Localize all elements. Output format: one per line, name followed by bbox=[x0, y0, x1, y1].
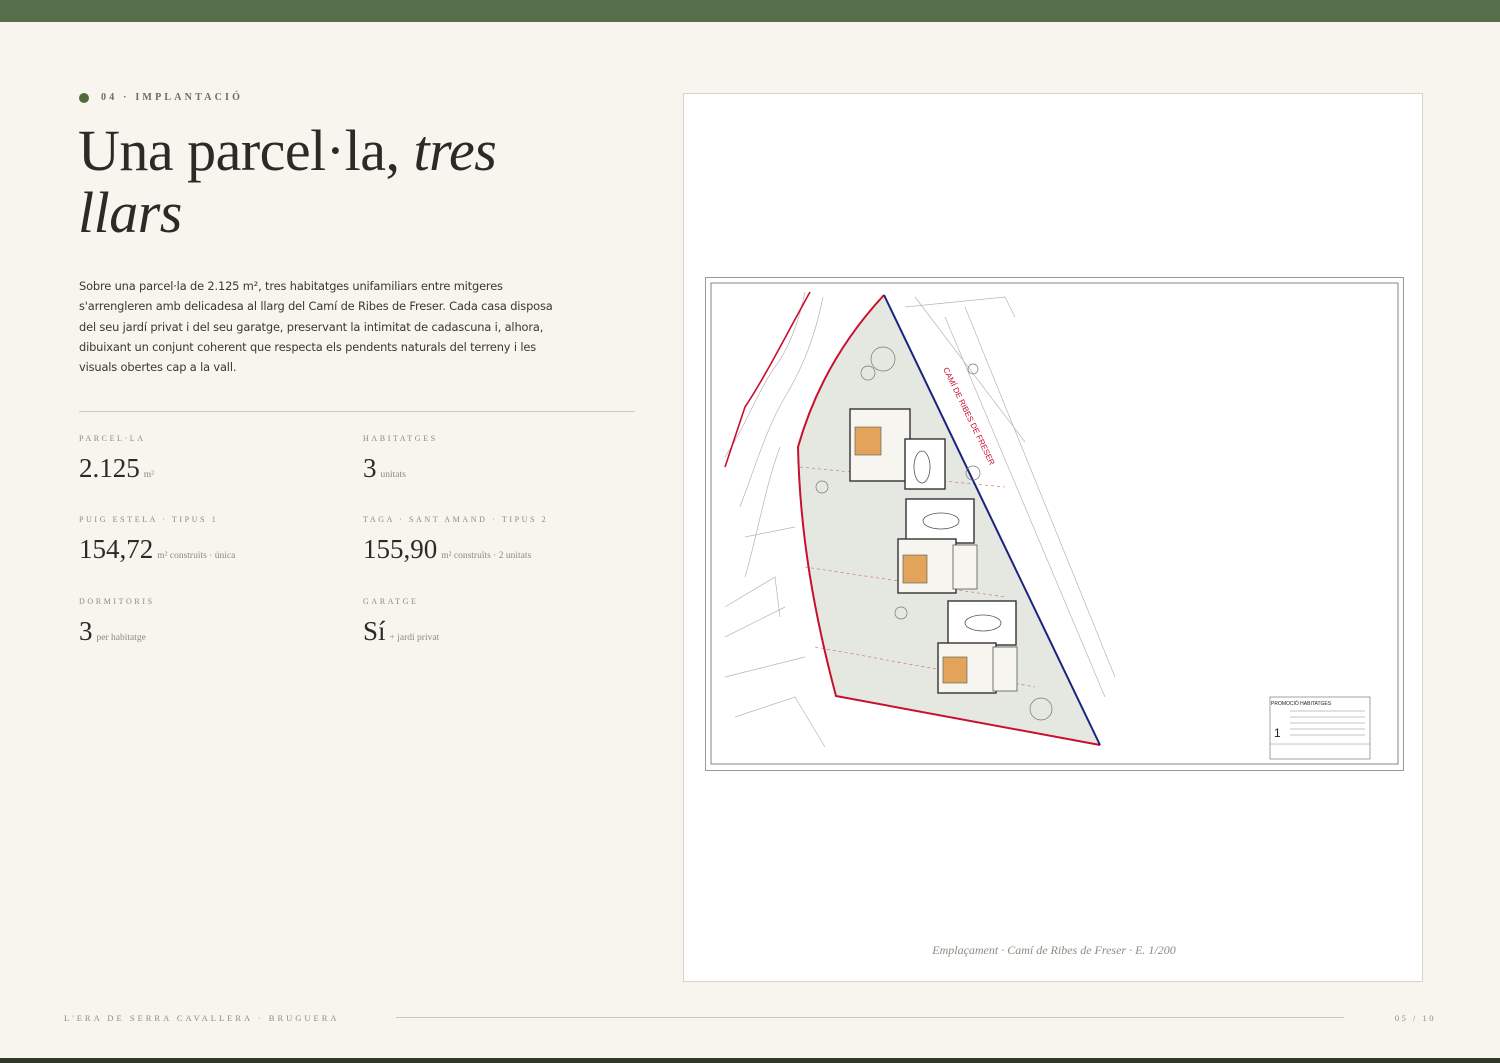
footer-rule bbox=[396, 1017, 1344, 1018]
stat-number: 3 bbox=[363, 453, 377, 483]
title-italic-first: tres bbox=[413, 118, 497, 183]
stat-label: PARCEL·LA bbox=[79, 434, 146, 443]
footer-project-name: L'ERA DE SERRA CAVALLERA · BRUGUERA bbox=[64, 1013, 340, 1023]
stat-unit: + jardí privat bbox=[389, 633, 440, 643]
stat-parcel: PARCEL·LA 2.125 m² bbox=[79, 434, 154, 484]
stat-unit: m² construïts · 2 unitats bbox=[441, 551, 532, 561]
stat-bedrooms: DORMITORIS 3 per habitatge bbox=[79, 597, 155, 647]
stat-unit: unitats bbox=[380, 470, 406, 480]
section-eyebrow: 04 · IMPLANTACIÓ bbox=[79, 92, 243, 103]
section-divider bbox=[79, 411, 635, 412]
stat-label: PUIG ESTELA · TIPUS 1 bbox=[79, 515, 219, 524]
stat-unit: m² bbox=[143, 470, 154, 480]
stat-label: HABITATGES bbox=[363, 434, 438, 443]
section-label: 04 · IMPLANTACIÓ bbox=[101, 92, 244, 103]
site-plan-frame: CAMÍ DE RIBES DE FRESER PROMOCIÓ HABITAT… bbox=[683, 93, 1423, 982]
stat-value-row: 2.125 m² bbox=[79, 453, 154, 484]
bottom-edge-bar bbox=[0, 1058, 1500, 1063]
stat-number: 155,90 bbox=[363, 534, 438, 564]
stat-label: TAGA · SANT AMAND · TIPUS 2 bbox=[363, 515, 549, 524]
title-italic-second: llars bbox=[78, 180, 182, 245]
stat-unit: m² construïts · única bbox=[157, 551, 236, 561]
page-number: 05 / 10 bbox=[1394, 1013, 1436, 1023]
stat-type-2: TAGA · SANT AMAND · TIPUS 2 155,90 m² con… bbox=[363, 515, 548, 565]
stat-type-1: PUIG ESTELA · TIPUS 1 154,72 m² construït… bbox=[79, 515, 235, 565]
title-block-heading: PROMOCIÓ HABITATGES bbox=[1271, 700, 1332, 707]
intro-paragraph: Sobre una parcel·la de 2.125 m², tres ha… bbox=[79, 279, 553, 375]
stat-number: 2.125 bbox=[79, 453, 140, 483]
stat-garage: GARATGE Sí + jardí privat bbox=[363, 597, 439, 647]
site-plan-drawing: CAMÍ DE RIBES DE FRESER PROMOCIÓ HABITAT… bbox=[705, 277, 1404, 771]
stat-unit: per habitatge bbox=[96, 633, 146, 643]
sheet-number: 1 bbox=[1274, 726, 1281, 740]
stat-value-row: 154,72 m² construïts · única bbox=[79, 534, 235, 565]
bullet-dot-icon bbox=[79, 92, 89, 103]
top-accent-bar bbox=[0, 0, 1500, 22]
stat-number: 154,72 bbox=[79, 534, 154, 564]
title-block: PROMOCIÓ HABITATGES 1 bbox=[1269, 696, 1371, 760]
stat-value-row: 3 unitats bbox=[363, 453, 438, 484]
stat-homes: HABITATGES 3 unitats bbox=[363, 434, 438, 484]
stat-label: GARATGE bbox=[363, 597, 419, 606]
stat-number: 3 bbox=[79, 616, 93, 646]
page-title: Una parcel·la, tres llars bbox=[78, 120, 618, 244]
stat-number: Sí bbox=[363, 616, 386, 646]
stat-label: DORMITORIS bbox=[79, 597, 155, 606]
house-unit-2 bbox=[897, 498, 978, 594]
plan-caption: Emplaçament · Camí de Ribes de Freser · … bbox=[932, 943, 1176, 957]
stat-value-row: 3 per habitatge bbox=[79, 616, 155, 647]
house-unit-3 bbox=[937, 600, 1018, 694]
title-regular: Una parcel·la, bbox=[78, 118, 414, 183]
stat-value-row: Sí + jardí privat bbox=[363, 616, 439, 647]
stat-value-row: 155,90 m² construïts · 2 unitats bbox=[363, 534, 548, 565]
